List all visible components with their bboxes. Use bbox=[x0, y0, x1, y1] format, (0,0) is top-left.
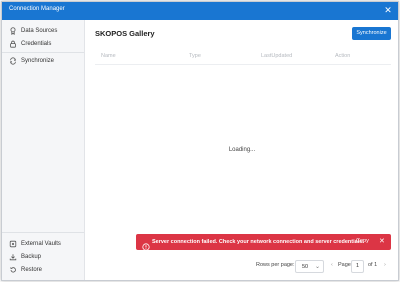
error-toast: Server connection failed. Check your net… bbox=[136, 234, 391, 251]
sidebar-item-label: External Vaults bbox=[21, 240, 61, 247]
sidebar: Data Sources Credentials Synchronize Ext… bbox=[2, 20, 85, 280]
column-header-name[interactable]: Name bbox=[101, 53, 116, 59]
restore-icon bbox=[8, 265, 17, 274]
page-count-label: of 1 bbox=[368, 262, 378, 268]
sidebar-divider bbox=[2, 52, 84, 53]
sync-icon bbox=[8, 56, 17, 65]
error-icon bbox=[142, 238, 150, 251]
database-icon bbox=[8, 26, 17, 35]
next-page-icon[interactable]: › bbox=[384, 262, 386, 274]
backup-icon bbox=[8, 252, 17, 261]
window-title: Connection Manager bbox=[9, 6, 65, 12]
sidebar-item-credentials[interactable]: Credentials bbox=[8, 38, 51, 49]
sidebar-item-label: Credentials bbox=[21, 40, 52, 47]
connection-manager-window: Connection Manager ✕ Data Sources Creden… bbox=[1, 1, 399, 281]
rows-per-page-value: 50 bbox=[302, 264, 309, 270]
sidebar-divider bbox=[2, 232, 84, 233]
lock-icon bbox=[8, 39, 17, 48]
sidebar-item-synchronize[interactable]: Synchronize bbox=[8, 55, 54, 66]
toast-close-icon[interactable]: ✕ bbox=[379, 237, 385, 245]
sidebar-item-label: Backup bbox=[21, 253, 42, 260]
vault-icon bbox=[8, 239, 17, 248]
prev-page-icon[interactable]: ‹ bbox=[331, 262, 333, 274]
page-number-input[interactable]: 1 bbox=[351, 260, 364, 273]
sidebar-item-label: Data Sources bbox=[21, 27, 58, 34]
synchronize-button[interactable]: Synchronize bbox=[352, 27, 391, 40]
title-bar: Connection Manager ✕ bbox=[2, 2, 398, 20]
page-title: SKOPOS Gallery bbox=[95, 29, 155, 38]
toast-copy-button[interactable]: Copy bbox=[356, 238, 369, 244]
loading-indicator: Loading... bbox=[228, 147, 256, 153]
table-header: Name Type LastUpdated Action bbox=[95, 48, 391, 65]
sidebar-item-backup[interactable]: Backup bbox=[8, 251, 41, 262]
window-close-icon[interactable]: ✕ bbox=[383, 5, 393, 15]
page-label: Page bbox=[338, 262, 351, 268]
column-header-last-updated[interactable]: LastUpdated bbox=[261, 53, 292, 59]
sidebar-item-restore[interactable]: Restore bbox=[8, 264, 42, 275]
main-panel: SKOPOS Gallery Synchronize Name Type Las… bbox=[86, 20, 398, 280]
chevron-down-icon: ⌄ bbox=[314, 264, 320, 270]
column-header-action[interactable]: Action bbox=[335, 53, 350, 59]
rows-per-page-select[interactable]: 50 ⌄ bbox=[295, 260, 324, 273]
sidebar-item-label: Restore bbox=[21, 266, 43, 273]
rows-per-page-label: Rows per page: bbox=[256, 262, 295, 268]
sidebar-item-data-sources[interactable]: Data Sources bbox=[8, 25, 57, 36]
sidebar-item-label: Synchronize bbox=[21, 57, 55, 64]
toast-message: Server connection failed. Check your net… bbox=[152, 238, 364, 245]
sidebar-item-external-vaults[interactable]: External Vaults bbox=[8, 238, 61, 249]
column-header-type[interactable]: Type bbox=[189, 53, 201, 59]
